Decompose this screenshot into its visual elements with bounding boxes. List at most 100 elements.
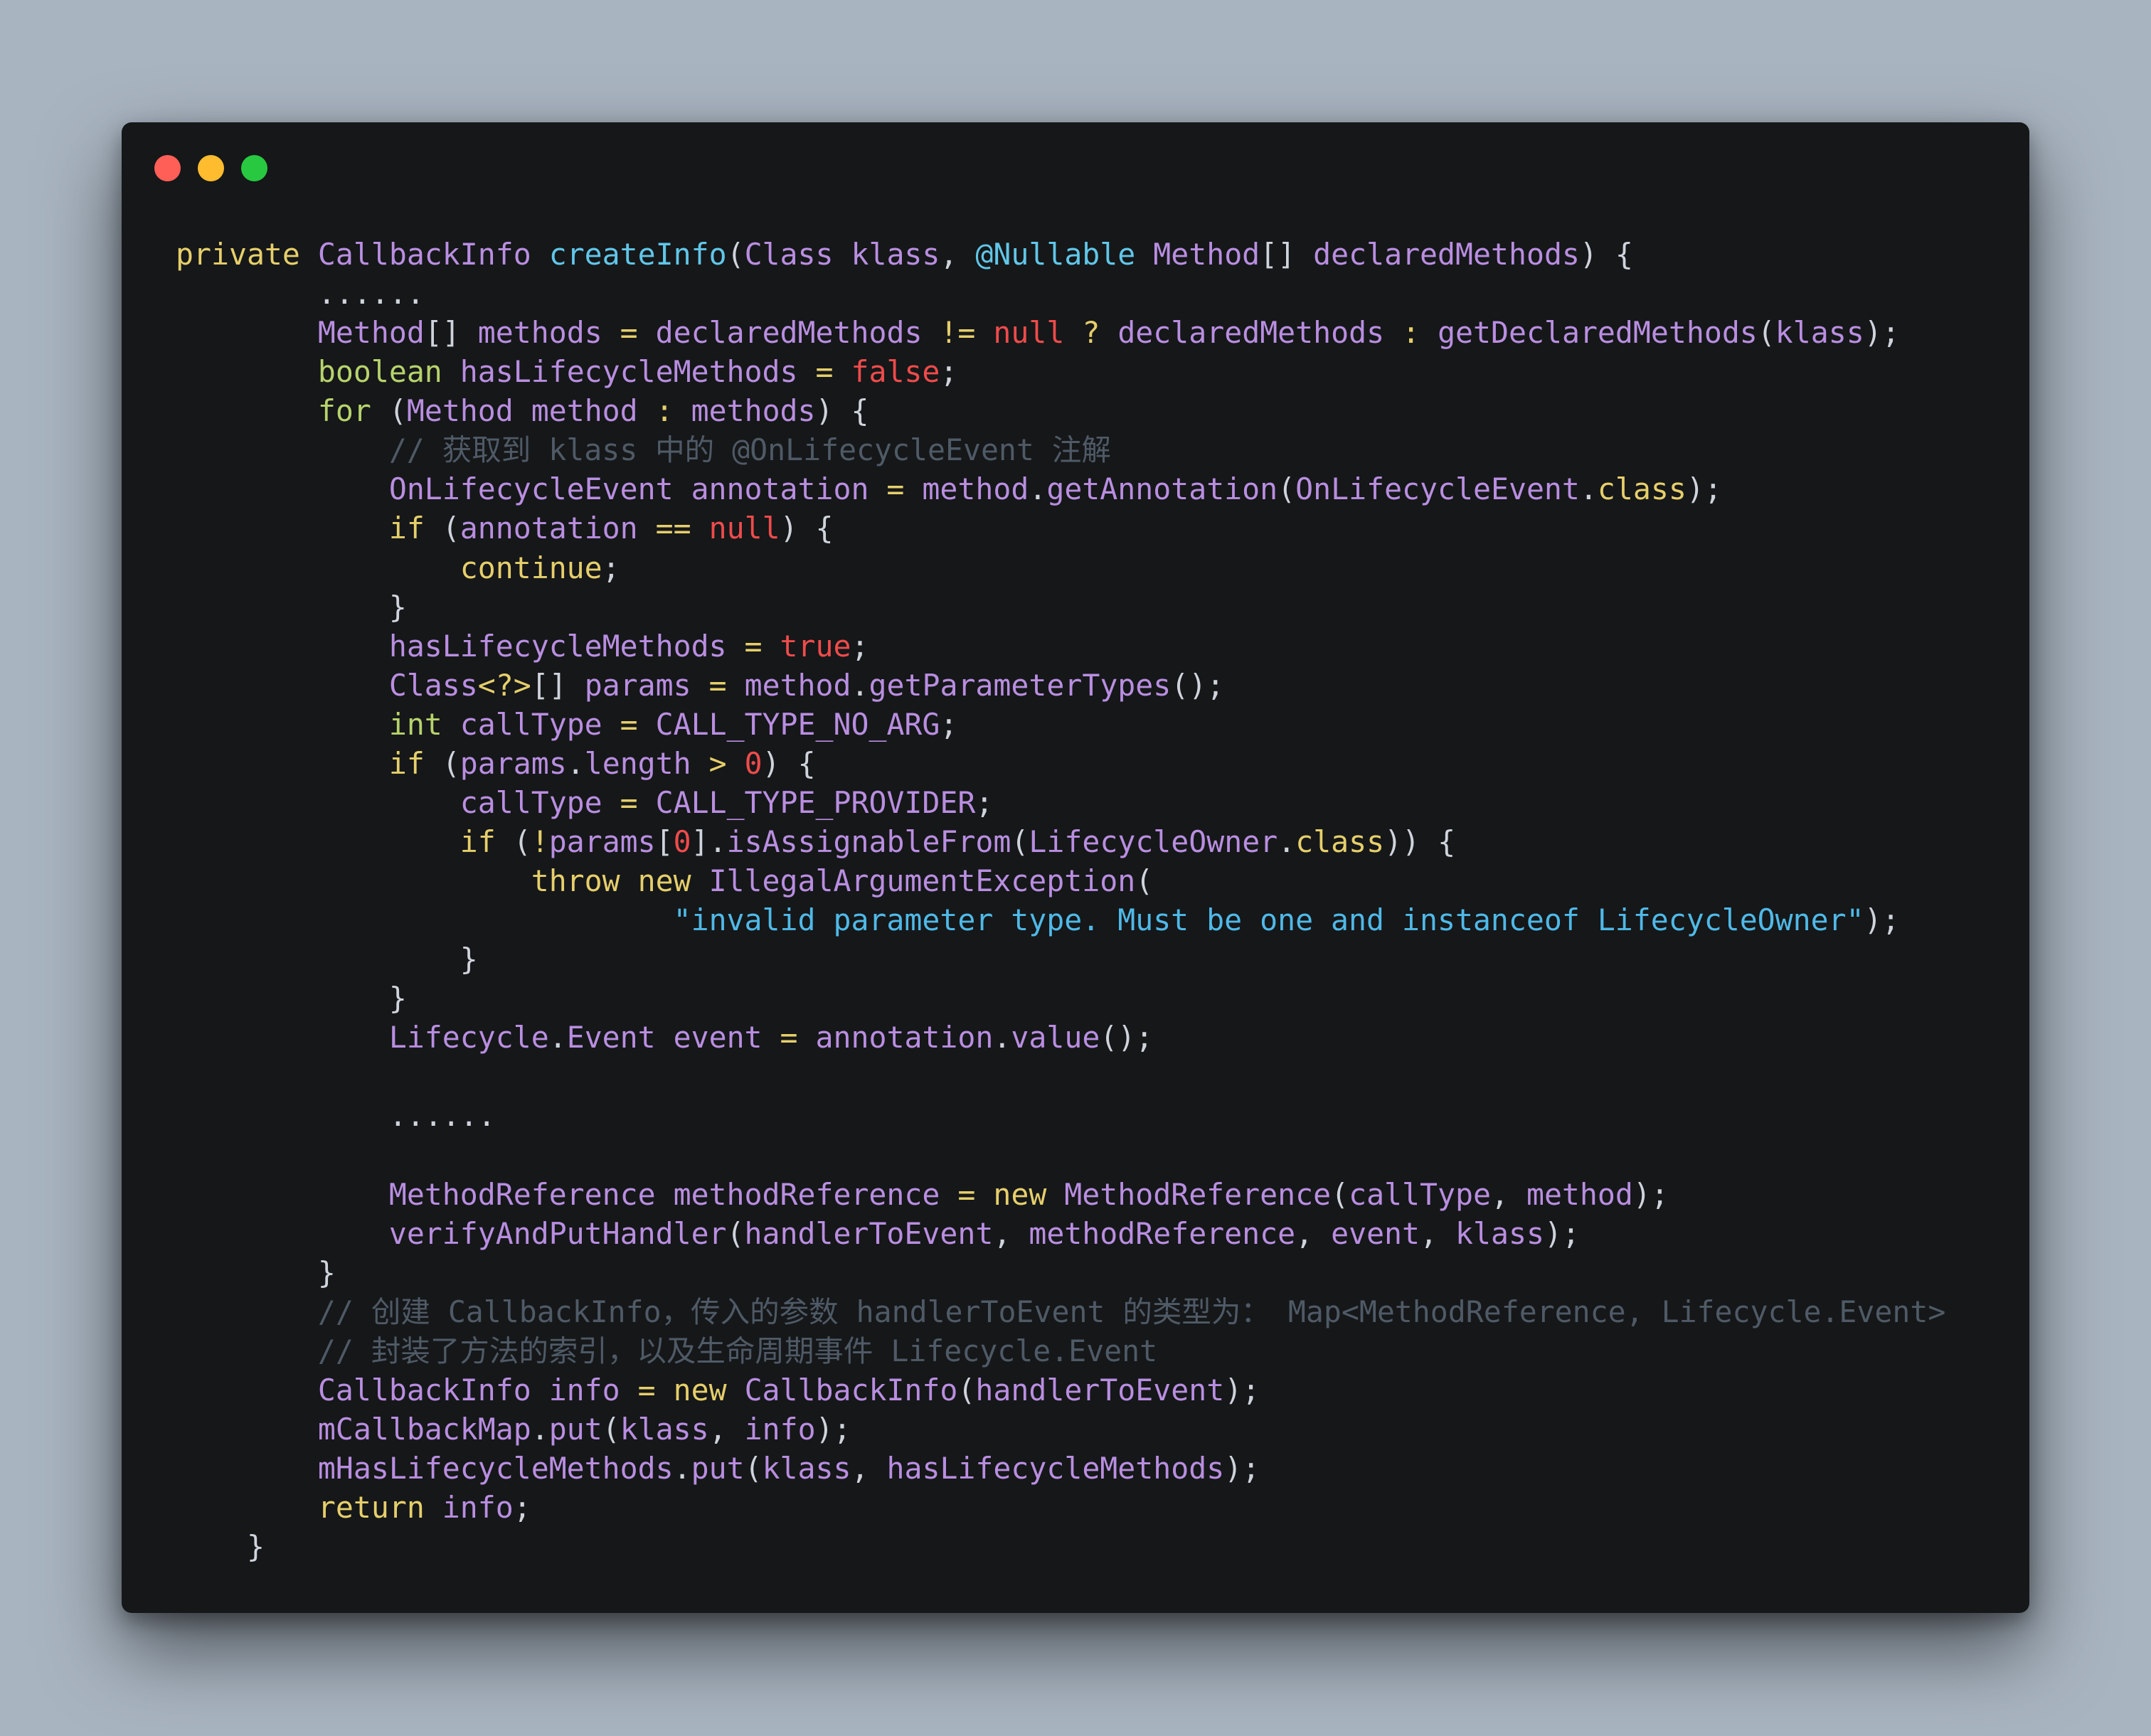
code-token: ); <box>815 1411 851 1447</box>
zoom-button[interactable] <box>241 155 267 181</box>
code-token: [] <box>424 315 478 351</box>
close-button[interactable] <box>154 155 181 181</box>
code-token: ( <box>957 1372 976 1407</box>
code-token: ); <box>1632 1176 1669 1212</box>
code-token: for <box>317 393 389 429</box>
code-token: IllegalArgumentException <box>708 863 1136 898</box>
code-token: handlerToEvent <box>975 1372 1225 1407</box>
code-line: continue; <box>176 548 1945 587</box>
code-token: } <box>176 1529 265 1565</box>
code-token: "invalid parameter type. Must be one and… <box>673 902 1864 938</box>
code-token: methods <box>477 315 620 351</box>
code-line: if (annotation == null) { <box>176 508 1945 548</box>
code-token: // 封装了方法的索引，以及生命周期事件 Lifecycle.Event <box>176 1333 1158 1368</box>
code-line: hasLifecycleMethods = true; <box>176 627 1945 666</box>
code-token: klass <box>1775 315 1864 351</box>
code-token: Class klass <box>744 237 940 272</box>
code-line: mHasLifecycleMethods.put(klass, hasLifec… <box>176 1449 1945 1488</box>
code-token: = <box>620 706 656 742</box>
code-token: new <box>993 1176 1065 1212</box>
code-token: callType <box>1349 1176 1491 1212</box>
code-line: verifyAndPutHandler(handlerToEvent, meth… <box>176 1214 1945 1253</box>
code-block: private CallbackInfo createInfo(Class kl… <box>176 235 1945 1566</box>
code-token: != <box>940 315 994 351</box>
code-token: klass <box>762 1450 851 1486</box>
code-token: continue <box>460 550 602 585</box>
code-token: info <box>442 1490 514 1525</box>
code-token: MethodReference methodReference <box>388 1176 958 1212</box>
code-token: getParameterTypes <box>869 667 1172 703</box>
code-token: hasLifecycleMethods <box>886 1450 1225 1486</box>
code-token: CallbackInfo info <box>317 1372 638 1407</box>
code-token: [] <box>1260 237 1314 272</box>
code-token: = <box>957 1176 994 1212</box>
code-token: boolean <box>317 354 460 390</box>
code-token: ( <box>513 824 531 859</box>
code-token: int <box>388 706 460 742</box>
code-token: = <box>620 315 656 351</box>
code-token: ; <box>602 550 620 585</box>
code-token: , <box>993 1215 1029 1251</box>
code-token: 0 <box>673 824 691 859</box>
code-token: , <box>1420 1215 1456 1251</box>
code-line: int callType = CALL_TYPE_NO_ARG; <box>176 705 1945 744</box>
code-token: )) { <box>1384 824 1456 859</box>
code-token: ...... <box>176 1098 496 1134</box>
code-token: ( <box>442 511 460 546</box>
code-token: declaredMethods <box>1313 237 1580 272</box>
code-token: = <box>886 472 923 507</box>
code-token: , <box>1295 1215 1332 1251</box>
code-token: : <box>655 393 691 429</box>
code-line: private CallbackInfo createInfo(Class kl… <box>176 235 1945 274</box>
code-token: . <box>993 1020 1011 1055</box>
code-line: // 封装了方法的索引，以及生命周期事件 Lifecycle.Event <box>176 1331 1945 1370</box>
code-token: // 获取到 klass 中的 @OnLifecycleEvent 注解 <box>176 432 1111 468</box>
code-token: null <box>993 315 1083 351</box>
code-token: return <box>317 1490 442 1525</box>
code-token: ( <box>1331 1176 1349 1212</box>
code-token: } <box>176 942 478 977</box>
code-token: if <box>388 511 442 546</box>
code-line: throw new IllegalArgumentException( <box>176 861 1945 900</box>
code-token: ) { <box>1579 237 1633 272</box>
code-token: . <box>548 1020 567 1055</box>
code-token: ); <box>1864 902 1900 938</box>
code-token: // 创建 CallbackInfo，传入的参数 handlerToEvent … <box>176 1294 1946 1329</box>
code-token: new <box>673 1372 745 1407</box>
code-token: = <box>620 784 656 820</box>
code-token: hasLifecycleMethods <box>388 628 745 664</box>
code-token: ( <box>744 1450 763 1486</box>
code-token: methodReference <box>1029 1215 1296 1251</box>
code-token: ( <box>442 745 460 781</box>
minimize-button[interactable] <box>198 155 224 181</box>
code-token: if <box>460 824 514 859</box>
code-token: CALL_TYPE_PROVIDER <box>655 784 976 820</box>
code-token: = <box>637 1372 674 1407</box>
code-token: callType <box>460 784 620 820</box>
code-token: declaredMethods <box>1117 315 1403 351</box>
code-token: method <box>744 667 851 703</box>
code-token: put <box>691 1450 745 1486</box>
code-token: ]. <box>691 824 727 859</box>
code-token: mCallbackMap <box>317 1411 531 1447</box>
code-token: info <box>744 1411 816 1447</box>
code-token: declaredMethods <box>655 315 940 351</box>
code-token: params <box>548 824 656 859</box>
code-token: event <box>1331 1215 1420 1251</box>
code-token: methods <box>691 393 816 429</box>
code-token: ) { <box>815 393 869 429</box>
code-token: callType <box>460 706 620 742</box>
code-token: ) { <box>780 511 834 546</box>
code-token: } <box>176 1255 336 1290</box>
code-token: params <box>584 667 709 703</box>
code-token: == <box>655 511 709 546</box>
code-token: LifecycleOwner <box>1029 824 1278 859</box>
code-token: . <box>1278 824 1296 859</box>
code-token: hasLifecycleMethods <box>460 354 816 390</box>
code-token: ( <box>726 1215 745 1251</box>
